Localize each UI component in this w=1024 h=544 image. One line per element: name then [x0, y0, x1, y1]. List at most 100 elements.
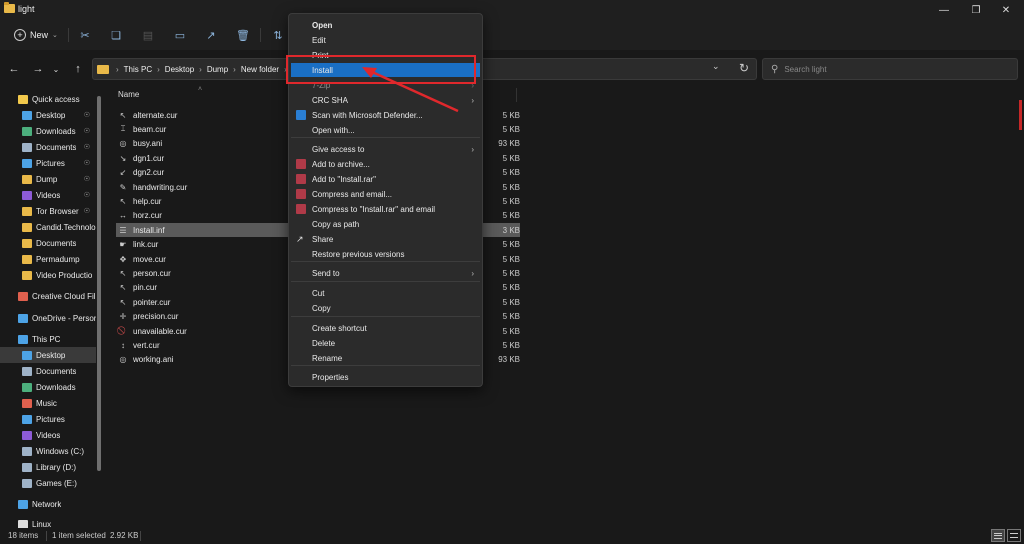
sidebar-item-music[interactable]: Music — [0, 395, 96, 411]
menu-item-copy-as-path[interactable]: Copy as path — [291, 217, 480, 231]
sidebar-item-documents[interactable]: Documents — [0, 363, 96, 379]
address-dropdown-icon[interactable]: ⌄ — [712, 61, 720, 72]
tiles-view-button[interactable] — [1007, 529, 1021, 542]
file-size: 5 KB — [502, 240, 520, 250]
sidebar-item-downloads[interactable]: Downloads — [0, 379, 96, 395]
menu-item-rename[interactable]: Rename — [291, 351, 480, 365]
details-view-button[interactable] — [991, 529, 1005, 542]
file-name: horz.cur — [133, 211, 162, 221]
share-icon[interactable]: ↗ — [203, 27, 219, 43]
winrar-icon — [296, 204, 306, 214]
sidebar-item-label: Downloads — [36, 126, 76, 136]
sidebar-item-pictures[interactable]: Pictures — [0, 411, 96, 427]
pin-icon: ☉ — [83, 208, 90, 215]
copy-icon[interactable]: ❏ — [108, 27, 124, 43]
folder-icon — [97, 64, 109, 74]
menu-item-send-to[interactable]: Send to › — [291, 266, 480, 280]
file-size: 3 KB — [502, 225, 520, 235]
menu-item-share[interactable]: Share ↗ — [291, 232, 480, 246]
breadcrumb-new-folder[interactable]: New folder — [241, 65, 279, 74]
menu-item-open[interactable]: Open — [291, 18, 480, 32]
rename-icon[interactable]: ▭ — [172, 27, 188, 43]
menu-item-cut[interactable]: Cut — [291, 286, 480, 300]
menu-item-properties[interactable]: Properties — [291, 370, 480, 384]
cut-icon[interactable]: ✂ — [77, 27, 93, 43]
quick-access-icon — [18, 94, 28, 104]
search-input[interactable] — [784, 64, 985, 74]
sidebar-item-network[interactable]: Network — [0, 496, 96, 512]
documents-icon — [22, 142, 32, 152]
sidebar-item-dump[interactable]: Dump ☉ — [0, 171, 96, 187]
sidebar-item-onedrive-persor[interactable]: OneDrive - Persor — [0, 310, 96, 326]
cursor-file-icon: ☛ — [119, 240, 127, 250]
sidebar-item-desktop[interactable]: Desktop — [0, 347, 96, 363]
menu-item-restore-previous-versions[interactable]: Restore previous versions — [291, 247, 480, 261]
folder-icon — [4, 2, 15, 13]
search-box[interactable]: ⚲ — [762, 58, 1018, 80]
menu-item-add-to-install-rar[interactable]: Add to "Install.rar" — [291, 172, 480, 186]
menu-item-copy[interactable]: Copy — [291, 301, 480, 315]
scrollbar-thumb[interactable] — [97, 96, 101, 471]
recent-chevron-icon[interactable]: ⌄ — [48, 61, 64, 77]
menu-item-crc-sha[interactable]: CRC SHA › — [291, 93, 480, 107]
minimize-button[interactable]: — — [928, 0, 960, 20]
breadcrumb-dump[interactable]: Dump — [207, 65, 228, 74]
sidebar-item-downloads[interactable]: Downloads ☉ — [0, 123, 96, 139]
menu-item-label: Compress and email... — [312, 189, 393, 199]
delete-icon[interactable]: 🗑 — [235, 27, 251, 43]
sidebar-item-quick-access[interactable]: Quick access — [0, 91, 96, 107]
new-button[interactable]: + New ⌄ — [8, 25, 64, 45]
forward-arrow-icon[interactable]: → — [30, 61, 46, 77]
sidebar-item-pictures[interactable]: Pictures ☉ — [0, 155, 96, 171]
sidebar-item-video-productio[interactable]: Video Productio — [0, 267, 96, 283]
menu-item-label: Edit — [312, 35, 326, 45]
sidebar-item-videos[interactable]: Videos — [0, 427, 96, 443]
sidebar-item-candid-technolo[interactable]: Candid.Technolo — [0, 219, 96, 235]
menu-item-compress-to-install-rar-and-email[interactable]: Compress to "Install.rar" and email — [291, 202, 480, 216]
menu-item-compress-and-email[interactable]: Compress and email... — [291, 187, 480, 201]
menu-item-open-with[interactable]: Open with... — [291, 123, 480, 137]
sidebar-item-documents[interactable]: Documents ☉ — [0, 139, 96, 155]
desktop-icon — [22, 350, 32, 360]
up-arrow-icon[interactable]: ↑ — [70, 61, 86, 77]
paste-icon[interactable]: ▤ — [140, 27, 156, 43]
this-pc-icon — [18, 334, 28, 344]
sidebar-item-games-e[interactable]: Games (E:) — [0, 475, 96, 491]
sidebar-item-desktop[interactable]: Desktop ☉ — [0, 107, 96, 123]
file-size: 5 KB — [502, 268, 520, 278]
file-name: person.cur — [133, 268, 171, 278]
divider — [260, 28, 261, 42]
menu-item-delete[interactable]: Delete — [291, 336, 480, 350]
desktop-icon — [22, 110, 32, 120]
sidebar-scrollbar[interactable] — [97, 96, 101, 536]
menu-item-add-to-archive[interactable]: Add to archive... — [291, 157, 480, 171]
file-size: 5 KB — [502, 340, 520, 350]
menu-item-give-access-to[interactable]: Give access to › — [291, 142, 480, 156]
sort-icon[interactable]: ⇅ — [270, 27, 286, 43]
sidebar-item-tor-browser[interactable]: Tor Browser ☉ — [0, 203, 96, 219]
menu-item-label: Send to — [312, 268, 340, 278]
breadcrumb-this-pc[interactable]: This PC — [124, 65, 152, 74]
close-button[interactable]: ✕ — [990, 0, 1022, 20]
refresh-icon[interactable]: ↻ — [736, 60, 752, 76]
menu-item-edit[interactable]: Edit — [291, 33, 480, 47]
menu-item-create-shortcut[interactable]: Create shortcut — [291, 321, 480, 335]
column-header-name[interactable]: Name — [118, 90, 139, 99]
file-size: 5 KB — [502, 110, 520, 120]
menu-item-scan-with-microsoft-defender[interactable]: Scan with Microsoft Defender... — [291, 108, 480, 122]
cursor-file-icon: ◎ — [119, 139, 127, 149]
onedrive-persor-icon — [18, 313, 28, 323]
menu-item-label: Add to archive... — [312, 159, 370, 169]
sidebar-item-permadump[interactable]: Permadump — [0, 251, 96, 267]
sidebar-item-this-pc[interactable]: This PC — [0, 331, 96, 347]
breadcrumb-desktop[interactable]: Desktop — [165, 65, 194, 74]
sidebar-item-documents[interactable]: Documents — [0, 235, 96, 251]
sidebar-item-windows-c[interactable]: Windows (C:) — [0, 443, 96, 459]
sidebar-item-library-d[interactable]: Library (D:) — [0, 459, 96, 475]
sidebar-item-videos[interactable]: Videos ☉ — [0, 187, 96, 203]
back-arrow-icon[interactable]: ← — [6, 61, 22, 77]
chevron-right-icon: › — [157, 64, 160, 74]
column-divider[interactable] — [516, 88, 517, 102]
maximize-button[interactable]: ❐ — [960, 0, 992, 20]
sidebar-item-creative-cloud-fil[interactable]: Creative Cloud Fil — [0, 288, 96, 304]
